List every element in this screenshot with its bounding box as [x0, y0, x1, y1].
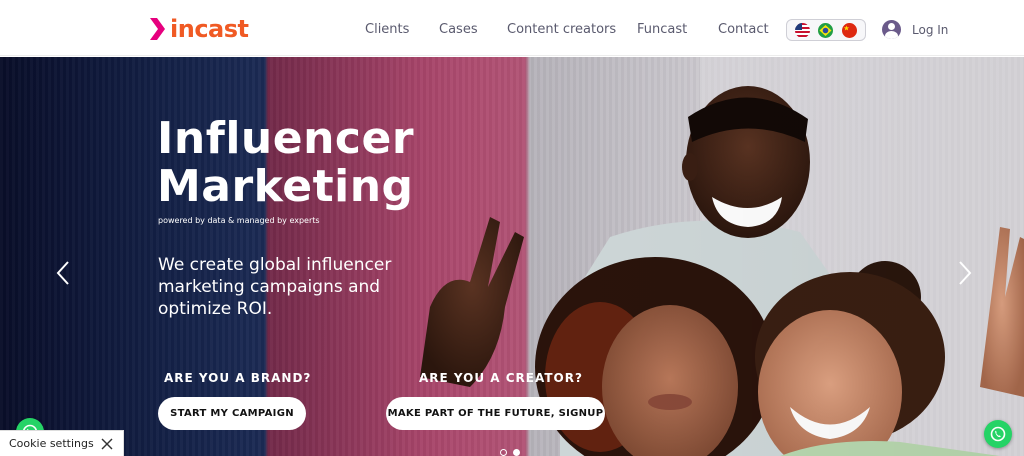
- headline-line-1: Influencer: [157, 113, 415, 164]
- whatsapp-icon[interactable]: [984, 420, 1012, 448]
- login-link[interactable]: Log In: [882, 20, 948, 39]
- phone-icon: [990, 426, 1006, 442]
- china-flag-icon[interactable]: [841, 22, 857, 38]
- brand-question: ARE YOU A BRAND?: [164, 371, 312, 385]
- hero-lede: We create global influencer marketing ca…: [158, 255, 392, 319]
- creator-signup-button[interactable]: MAKE PART OF THE FUTURE, SIGNUP: [386, 397, 605, 430]
- creator-question: ARE YOU A CREATOR?: [419, 371, 583, 385]
- hero-headline: Influencer Marketing: [157, 115, 414, 211]
- cookie-settings-bar[interactable]: Cookie settings: [0, 430, 124, 456]
- us-flag-icon[interactable]: [795, 22, 811, 38]
- nav-content-creators[interactable]: Content creators: [507, 22, 616, 37]
- nav-funcast[interactable]: Funcast: [637, 22, 687, 37]
- slider-pagination: [500, 449, 520, 456]
- nav-cases[interactable]: Cases: [439, 22, 478, 37]
- hero-banner: Influencer Marketing powered by data & m…: [0, 57, 1024, 456]
- slide-dot-2[interactable]: [513, 449, 520, 456]
- incast-logo[interactable]: incast: [148, 15, 249, 43]
- close-icon[interactable]: [101, 438, 113, 450]
- site-header: incast Clients Cases Content creators Fu…: [0, 0, 1024, 56]
- start-campaign-button[interactable]: START MY CAMPAIGN: [158, 397, 306, 430]
- chevron-logo-icon: [150, 18, 165, 40]
- chevron-left-icon[interactable]: [54, 260, 74, 286]
- chevron-right-icon[interactable]: [954, 260, 974, 286]
- logo-text: incast: [170, 15, 249, 43]
- hero-tagline: powered by data & managed by experts: [158, 216, 320, 225]
- nav-clients[interactable]: Clients: [365, 22, 409, 37]
- headline-line-2: Marketing: [157, 161, 414, 212]
- cookie-settings-label: Cookie settings: [9, 437, 94, 450]
- brazil-flag-icon[interactable]: [818, 22, 834, 38]
- user-avatar-icon: [882, 20, 901, 39]
- login-label: Log In: [912, 22, 949, 37]
- nav-contact[interactable]: Contact: [718, 22, 769, 37]
- slide-dot-1[interactable]: [500, 449, 507, 456]
- language-selector: [786, 19, 866, 41]
